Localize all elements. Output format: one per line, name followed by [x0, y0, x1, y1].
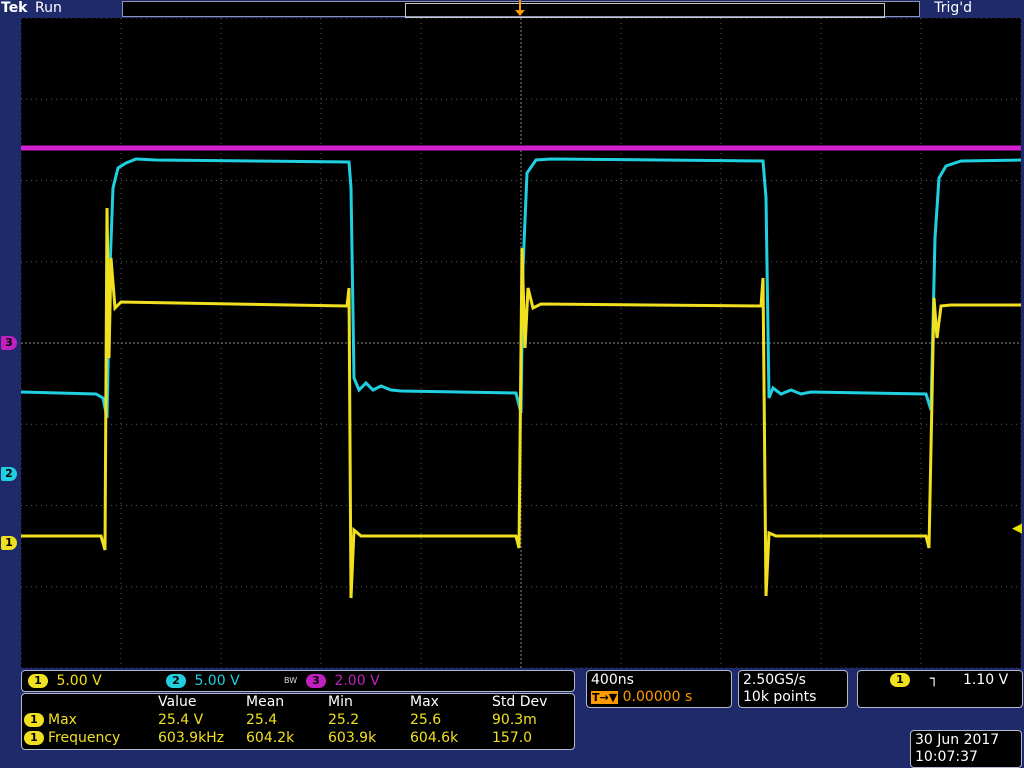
- measurement-row-frequency: 1 Frequency: [24, 730, 120, 746]
- meas-name: Max: [48, 712, 77, 728]
- meas-max: 604.6k: [410, 730, 459, 746]
- record-view-window[interactable]: [405, 3, 885, 18]
- meas-min: 25.2: [328, 712, 360, 728]
- ch3-badge: 3: [306, 674, 326, 688]
- acquisition-state[interactable]: Run: [35, 0, 62, 17]
- measurement-header: Max: [410, 694, 439, 710]
- measurement-header: Value: [158, 694, 197, 710]
- trigger-level: 1.10 V: [963, 672, 1009, 688]
- ch1-scale[interactable]: 1 5.00 V: [28, 673, 102, 689]
- timebase-panel[interactable]: 400ns T→▼ 0.00000 s: [586, 670, 732, 708]
- trigger-level-marker-icon[interactable]: ◀: [1012, 521, 1022, 536]
- horizontal-position: T→▼ 0.00000 s: [591, 689, 692, 705]
- trigger-position-prefix-icon: T→▼: [591, 691, 619, 704]
- measurement-header: Mean: [246, 694, 285, 710]
- trigger-position-icon[interactable]: [513, 0, 527, 20]
- measurement-row-max: 1 Max: [24, 712, 77, 728]
- meas-mean: 604.2k: [246, 730, 295, 746]
- ch3-scale[interactable]: 3 2.00 V: [306, 673, 380, 689]
- waveform-display[interactable]: [21, 18, 1021, 668]
- measurement-panel[interactable]: Value Mean Min Max Std Dev 1 Max 25.4 V 2…: [21, 693, 575, 750]
- graticule-waveforms: [21, 18, 1021, 668]
- sample-rate: 2.50GS/s: [743, 672, 806, 688]
- meas-name: Frequency: [48, 730, 121, 746]
- trigger-status: Trig'd: [934, 0, 972, 16]
- record-length: 10k points: [743, 689, 817, 705]
- bandwidth-limit-icon: BW: [284, 676, 298, 685]
- ch2-ground-marker[interactable]: 2: [1, 467, 17, 481]
- horizontal-position-value: 0.00000 s: [622, 689, 693, 705]
- datetime-panel: 30 Jun 2017 10:07:37: [910, 730, 1022, 768]
- meas-channel-badge: 1: [24, 731, 44, 745]
- meas-value: 603.9kHz: [158, 730, 225, 746]
- ch2-scale-value: 5.00 V: [194, 673, 240, 689]
- ch1-badge: 1: [28, 674, 48, 688]
- ch3-scale-value: 2.00 V: [334, 673, 380, 689]
- date: 30 Jun 2017: [915, 732, 1000, 748]
- time: 10:07:37: [915, 749, 978, 765]
- meas-max: 25.6: [410, 712, 442, 728]
- meas-stddev: 157.0: [492, 730, 533, 746]
- trigger-source-badge: 1: [890, 673, 910, 687]
- ch3-ground-marker[interactable]: 3: [1, 336, 17, 350]
- meas-mean: 25.4: [246, 712, 278, 728]
- measurement-header: Std Dev: [492, 694, 548, 710]
- ch1-scale-value: 5.00 V: [56, 673, 102, 689]
- acquisition-panel[interactable]: 2.50GS/s 10k points: [738, 670, 848, 708]
- meas-min: 603.9k: [328, 730, 377, 746]
- ch2-scale[interactable]: 2 5.00 V: [166, 673, 240, 689]
- rising-edge-icon: ┐: [930, 671, 939, 687]
- horizontal-scale: 400ns: [591, 672, 634, 688]
- meas-stddev: 90.3m: [492, 712, 537, 728]
- ch2-badge: 2: [166, 674, 186, 688]
- status-bar: Tek Run Trig'd: [0, 0, 1024, 18]
- trigger-panel[interactable]: 1 ┐ 1.10 V: [857, 670, 1023, 708]
- brand-label: Tek: [1, 0, 28, 16]
- channel-scale-panel: 1 5.00 V 2 5.00 V BW 3 2.00 V: [21, 670, 575, 692]
- measurement-header: Min: [328, 694, 353, 710]
- ch1-ground-marker[interactable]: 1: [1, 536, 17, 550]
- meas-channel-badge: 1: [24, 713, 44, 727]
- meas-value: 25.4 V: [158, 712, 204, 728]
